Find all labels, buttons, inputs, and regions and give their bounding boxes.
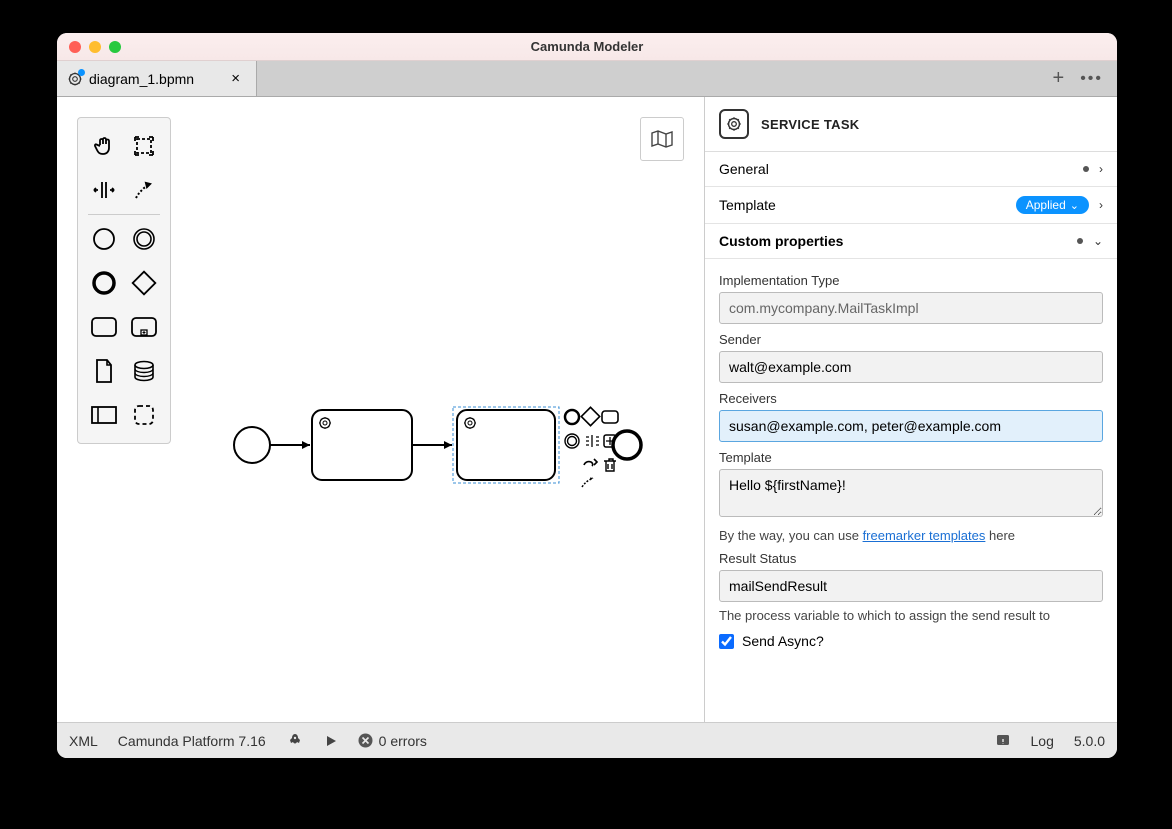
minimap-toggle[interactable]: [640, 117, 684, 161]
send-async-checkbox[interactable]: [719, 634, 734, 649]
impl-type-label: Implementation Type: [719, 273, 1103, 288]
dot-indicator-icon: [1083, 166, 1089, 172]
panel-title: SERVICE TASK: [761, 117, 859, 132]
service-task-icon: [719, 109, 749, 139]
end-event-node: [613, 431, 641, 459]
chevron-right-icon: ›: [1099, 198, 1103, 212]
send-async-row[interactable]: Send Async?: [719, 633, 1103, 649]
impl-type-input[interactable]: [719, 292, 1103, 324]
titlebar: Camunda Modeler: [57, 33, 1117, 61]
log-button[interactable]: Log: [1031, 733, 1054, 749]
tab-filename: diagram_1.bpmn: [89, 71, 194, 87]
create-data-object[interactable]: [84, 349, 124, 393]
task-node-2-selected: [457, 410, 555, 480]
send-async-label: Send Async?: [742, 633, 824, 649]
tab-diagram-1[interactable]: diagram_1.bpmn ×: [57, 61, 257, 96]
chevron-down-icon: ⌄: [1093, 234, 1103, 248]
tab-close-button[interactable]: ×: [225, 68, 246, 89]
properties-panel: SERVICE TASK General › Template Applied ›…: [704, 97, 1117, 722]
global-connect-tool[interactable]: [124, 168, 164, 212]
template-applied-badge[interactable]: Applied: [1016, 196, 1089, 214]
section-general-label: General: [719, 161, 769, 177]
create-intermediate-event[interactable]: [124, 217, 164, 261]
section-general[interactable]: General ›: [705, 152, 1117, 187]
task-node-1: [312, 410, 412, 480]
tab-bar: diagram_1.bpmn × + •••: [57, 61, 1117, 97]
tool-palette: [77, 117, 171, 444]
app-window: Camunda Modeler diagram_1.bpmn × + •••: [57, 33, 1117, 758]
version-label: 5.0.0: [1074, 733, 1105, 749]
xml-toggle[interactable]: XML: [69, 733, 98, 749]
receivers-input[interactable]: [719, 410, 1103, 442]
panel-header: SERVICE TASK: [705, 97, 1117, 152]
create-group[interactable]: [124, 393, 164, 437]
minimize-window-button[interactable]: [89, 41, 101, 53]
errors-indicator[interactable]: 0 errors: [358, 733, 427, 749]
receivers-label: Receivers: [719, 391, 1103, 406]
maximize-window-button[interactable]: [109, 41, 121, 53]
template-label: Template: [719, 450, 1103, 465]
dirty-indicator-icon: [78, 69, 85, 76]
dot-indicator-icon: [1077, 238, 1083, 244]
section-custom-properties[interactable]: Custom properties ⌄: [705, 224, 1117, 259]
create-subprocess[interactable]: [124, 305, 164, 349]
section-template[interactable]: Template Applied ›: [705, 187, 1117, 224]
status-bar: XML Camunda Platform 7.16 0 errors Log 5…: [57, 722, 1117, 758]
hand-tool[interactable]: [84, 124, 124, 168]
create-start-event[interactable]: [84, 217, 124, 261]
section-template-label: Template: [719, 197, 776, 213]
feedback-button[interactable]: [995, 733, 1011, 749]
result-status-hint: The process variable to which to assign …: [719, 608, 1103, 623]
create-end-event[interactable]: [84, 261, 124, 305]
context-pad: [565, 407, 618, 487]
chevron-right-icon: ›: [1099, 162, 1103, 176]
create-gateway[interactable]: [124, 261, 164, 305]
result-status-label: Result Status: [719, 551, 1103, 566]
app-title: Camunda Modeler: [57, 39, 1117, 54]
template-hint: By the way, you can use freemarker templ…: [719, 528, 1103, 543]
freemarker-link[interactable]: freemarker templates: [863, 528, 986, 543]
section-custom-label: Custom properties: [719, 233, 843, 249]
create-task[interactable]: [84, 305, 124, 349]
create-data-store[interactable]: [124, 349, 164, 393]
lasso-tool[interactable]: [124, 124, 164, 168]
sender-input[interactable]: [719, 351, 1103, 383]
bpmn-file-icon: [67, 71, 83, 87]
custom-properties-body: Implementation Type Sender Receivers Tem…: [705, 259, 1117, 663]
bpmn-diagram[interactable]: [232, 397, 652, 507]
tab-menu-button[interactable]: •••: [1080, 70, 1103, 88]
new-tab-button[interactable]: +: [1053, 67, 1065, 90]
start-event-node: [234, 427, 270, 463]
result-status-input[interactable]: [719, 570, 1103, 602]
deploy-button[interactable]: [286, 732, 304, 750]
close-window-button[interactable]: [69, 41, 81, 53]
create-participant[interactable]: [84, 393, 124, 437]
space-tool[interactable]: [84, 168, 124, 212]
canvas[interactable]: [57, 97, 704, 722]
window-controls: [57, 41, 121, 53]
platform-label[interactable]: Camunda Platform 7.16: [118, 733, 266, 749]
sender-label: Sender: [719, 332, 1103, 347]
template-textarea[interactable]: [719, 469, 1103, 517]
run-button[interactable]: [324, 734, 338, 748]
